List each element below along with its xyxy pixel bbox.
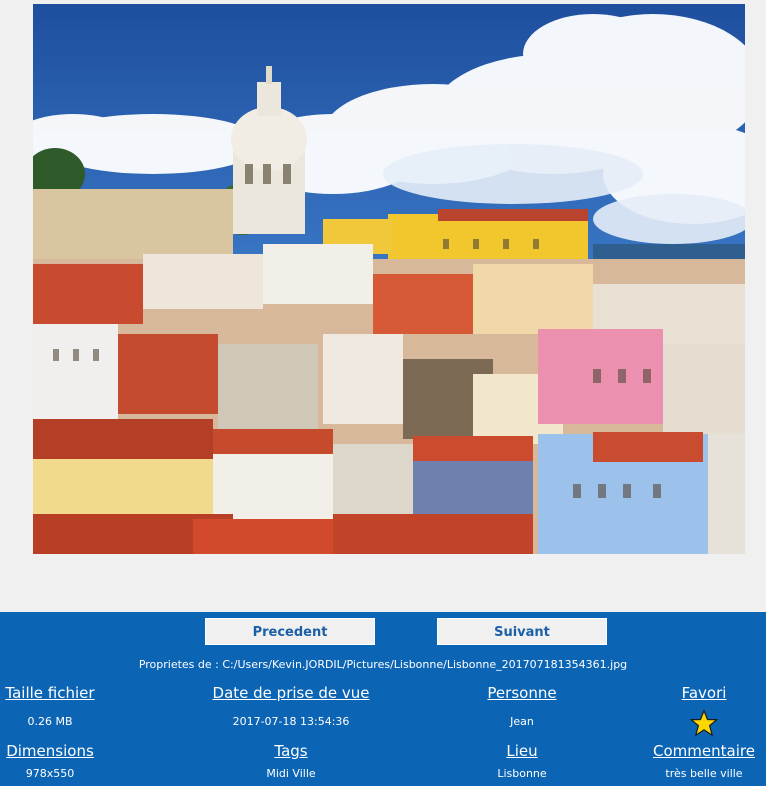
- capture-date-value: 2017-07-18 13:54:36: [232, 715, 350, 728]
- capture-date-label[interactable]: Date de prise de vue: [195, 684, 387, 702]
- photo-lisbon-cityscape: [33, 4, 745, 554]
- tags-label[interactable]: Tags: [195, 742, 387, 760]
- dimensions-label[interactable]: Dimensions: [0, 742, 100, 760]
- person-value: Jean: [510, 715, 534, 728]
- previous-button[interactable]: Precedent: [205, 618, 375, 645]
- comment-value: très belle ville: [665, 767, 743, 780]
- file-size-value: 0.26 MB: [27, 715, 73, 728]
- comment-label[interactable]: Commentaire: [648, 742, 760, 760]
- image-viewer: [0, 0, 766, 612]
- star-icon[interactable]: [690, 709, 718, 737]
- properties-path: Proprietes de : C:/Users/Kevin.JORDIL/Pi…: [138, 658, 628, 671]
- properties-panel: Precedent Suivant Proprietes de : C:/Use…: [0, 612, 766, 786]
- place-label[interactable]: Lieu: [472, 742, 572, 760]
- place-value: Lisbonne: [497, 767, 547, 780]
- file-size-label[interactable]: Taille fichier: [0, 684, 100, 702]
- next-button[interactable]: Suivant: [437, 618, 607, 645]
- tags-value: Midi Ville: [266, 767, 316, 780]
- dimensions-value: 978x550: [25, 767, 75, 780]
- person-label[interactable]: Personne: [472, 684, 572, 702]
- favorite-label[interactable]: Favori: [648, 684, 760, 702]
